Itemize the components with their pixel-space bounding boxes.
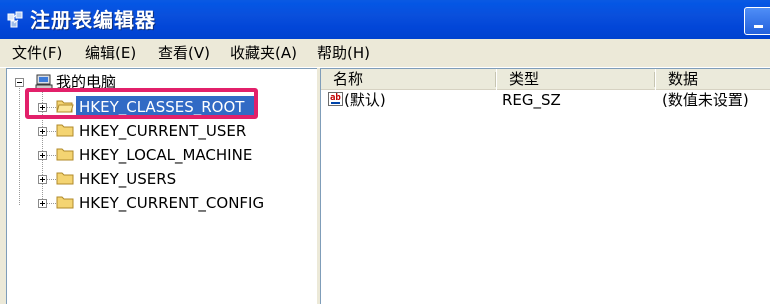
- string-value-icon: ab: [328, 92, 343, 106]
- window-title: 注册表编辑器: [30, 8, 156, 32]
- annotation-highlight-box: [25, 88, 258, 119]
- folder-icon: [56, 196, 74, 209]
- value-data[interactable]: (数值未设置): [662, 90, 749, 110]
- value-name[interactable]: (默认): [344, 90, 386, 110]
- folder-icon: [56, 148, 74, 161]
- title-bar: 注册表编辑器: [0, 0, 770, 39]
- menu-file[interactable]: 文件(F): [12, 43, 62, 63]
- expand-icon[interactable]: [38, 151, 47, 160]
- values-list-pane[interactable]: 名称 类型 数据 ab (默认) REG_SZ (数值未设置): [320, 68, 770, 304]
- registry-icon: [7, 11, 23, 28]
- menu-favorites[interactable]: 收藏夹(A): [230, 43, 297, 63]
- work-area: 我的电脑 HKEY_CLASSES_ROOT HKEY_CURRENT_USER…: [0, 68, 770, 304]
- tree-item-hkey-users[interactable]: HKEY_USERS: [79, 169, 176, 189]
- folder-icon: [56, 172, 74, 185]
- menu-edit[interactable]: 编辑(E): [85, 43, 136, 63]
- tree-item-hkey-current-config[interactable]: HKEY_CURRENT_CONFIG: [79, 193, 264, 213]
- menu-bar: 文件(F) 编辑(E) 查看(V) 收藏夹(A) 帮助(H): [0, 39, 770, 68]
- expand-icon[interactable]: [38, 175, 47, 184]
- column-header-type[interactable]: 类型: [497, 69, 655, 90]
- column-header-data[interactable]: 数据: [656, 69, 770, 90]
- tree-item-hkey-current-user[interactable]: HKEY_CURRENT_USER: [79, 121, 246, 141]
- tree-item-hkey-local-machine[interactable]: HKEY_LOCAL_MACHINE: [79, 145, 252, 165]
- folder-icon: [56, 124, 74, 137]
- expand-icon[interactable]: [38, 127, 47, 136]
- column-header-name[interactable]: 名称: [321, 69, 496, 90]
- collapse-icon[interactable]: [15, 78, 24, 87]
- menu-help[interactable]: 帮助(H): [317, 43, 370, 63]
- tree-connector: [19, 85, 20, 205]
- minimize-button[interactable]: [744, 7, 770, 35]
- expand-icon[interactable]: [38, 199, 47, 208]
- menu-view[interactable]: 查看(V): [158, 43, 210, 63]
- value-type[interactable]: REG_SZ: [502, 90, 561, 110]
